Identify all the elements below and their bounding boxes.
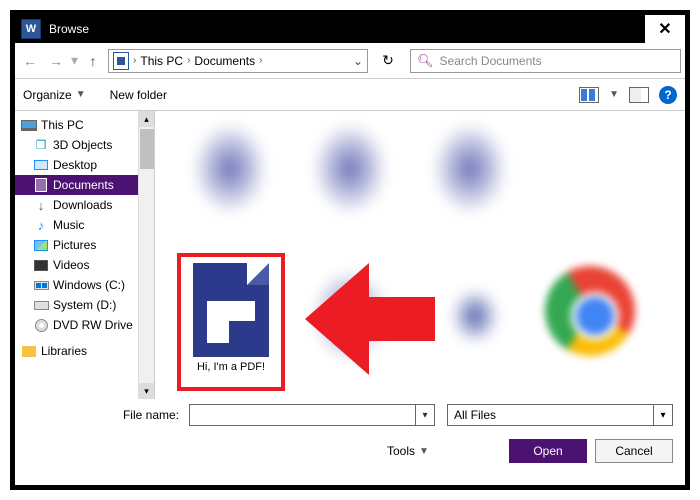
sidebar-item-label: Pictures [53,238,96,252]
file-item-blurred[interactable] [440,276,510,356]
file-label: Hi, I'm a PDF! [181,361,281,373]
download-icon: ↓ [33,198,49,212]
sidebar-item-libraries[interactable]: Libraries [15,341,154,361]
titlebar: W Browse ✕ [15,15,685,43]
sidebar-item-label: Windows (C:) [53,278,125,292]
filename-input[interactable] [189,404,435,426]
sidebar-item-label: 3D Objects [53,138,112,152]
sidebar-item-downloads[interactable]: ↓ Downloads [15,195,154,215]
sidebar-item-this-pc[interactable]: This PC [15,115,154,135]
file-item-chrome[interactable] [545,266,635,356]
sidebar-item-label: This PC [41,118,84,132]
chevron-down-icon: ▼ [419,446,429,457]
crumb-this-pc[interactable]: This PC [140,54,183,68]
navbar: ← → ▾ ↑ › This PC › Documents › ⌄ ↻ 🔍︎ S… [15,43,685,79]
dialog-browse: W Browse ✕ ← → ▾ ↑ › This PC › Documents… [10,10,690,490]
sidebar-item-documents[interactable]: Documents [15,175,154,195]
sidebar-item-label: Downloads [53,198,112,212]
sidebar-item-drive-c[interactable]: Windows (C:) [15,275,154,295]
body: This PC ❒ 3D Objects Desktop Documents ↓ D… [15,111,685,399]
scroll-up-icon[interactable]: ▴ [139,111,155,127]
preview-pane-button[interactable] [629,87,649,103]
close-button[interactable]: ✕ [645,15,685,43]
organize-menu[interactable]: Organize ▼ [23,88,86,102]
sidebar-item-label: Documents [53,178,114,192]
search-icon: 🔍︎ [417,53,434,69]
libraries-icon [22,346,36,357]
nav-separator: ▾ [71,52,78,69]
chevron-right-icon: › [187,55,190,66]
cube-icon: ❒ [33,138,49,152]
sidebar-item-drive-d[interactable]: System (D:) [15,295,154,315]
cancel-label: Cancel [615,444,652,458]
sidebar-item-music[interactable]: ♪ Music [15,215,154,235]
sidebar-item-label: Desktop [53,158,97,172]
help-button[interactable]: ? [659,86,677,104]
forward-button[interactable]: → [45,50,67,72]
scroll-thumb[interactable] [140,129,154,169]
sidebar-item-videos[interactable]: Videos [15,255,154,275]
disc-icon [35,319,48,332]
chevron-down-icon: ▼ [76,89,86,100]
file-list[interactable]: Hi, I'm a PDF! [155,111,685,399]
crumb-documents[interactable]: Documents [194,54,255,68]
tools-menu[interactable]: Tools ▼ [387,444,429,458]
open-label: Open [533,444,562,458]
file-filter-dropdown[interactable]: All Files [447,404,673,426]
pdf-icon [193,263,269,357]
desktop-icon [34,160,48,170]
word-icon: W [21,19,41,39]
sidebar-item-label: Videos [53,258,89,272]
sidebar-item-label: DVD RW Drive [53,318,133,332]
chevron-down-icon[interactable]: ▼ [609,89,619,100]
annotation-arrow-icon [305,263,435,371]
address-dropdown-icon[interactable]: ⌄ [353,54,363,68]
search-input[interactable]: 🔍︎ Search Documents [410,49,681,73]
view-mode-button[interactable] [579,87,599,103]
button-row: Tools ▼ Open Cancel [15,431,685,471]
sidebar-item-label: System (D:) [53,298,116,312]
videos-icon [34,260,48,271]
chevron-right-icon: › [259,55,262,66]
drive-icon [34,281,49,290]
document-icon [35,178,47,192]
scroll-down-icon[interactable]: ▾ [139,383,155,399]
back-button[interactable]: ← [19,50,41,72]
toolbar: Organize ▼ New folder ▼ ? [15,79,685,111]
pictures-icon [34,240,48,251]
open-button[interactable]: Open [509,439,587,463]
sidebar-item-label: Music [53,218,84,232]
sidebar: This PC ❒ 3D Objects Desktop Documents ↓ D… [15,111,155,399]
refresh-button[interactable]: ↻ [376,49,400,73]
drive-icon [34,301,49,310]
address-bar[interactable]: › This PC › Documents › ⌄ [108,49,368,73]
sidebar-item-3d-objects[interactable]: ❒ 3D Objects [15,135,154,155]
music-icon: ♪ [33,218,49,232]
new-folder-button[interactable]: New folder [110,88,167,102]
tools-label: Tools [387,444,415,458]
organize-label: Organize [23,88,72,102]
sidebar-item-pictures[interactable]: Pictures [15,235,154,255]
sidebar-item-label: Libraries [41,344,87,358]
filename-row: File name: All Files [15,399,685,431]
file-item-blurred[interactable] [305,119,395,229]
search-placeholder: Search Documents [440,54,542,68]
file-item-blurred[interactable] [185,119,275,229]
up-button[interactable]: ↑ [82,50,104,72]
file-item-pdf-highlighted[interactable]: Hi, I'm a PDF! [177,253,285,391]
file-item-blurred[interactable] [425,119,515,229]
filter-label: All Files [454,408,496,422]
sidebar-scrollbar[interactable]: ▴ ▾ [138,111,154,399]
view-controls: ▼ ? [579,86,677,104]
filename-label: File name: [15,408,183,422]
sidebar-item-dvd[interactable]: DVD RW Drive [15,315,154,335]
chevron-right-icon: › [133,55,136,66]
window-title: Browse [49,22,645,36]
cancel-button[interactable]: Cancel [595,439,673,463]
sidebar-item-desktop[interactable]: Desktop [15,155,154,175]
folder-icon [113,52,129,70]
